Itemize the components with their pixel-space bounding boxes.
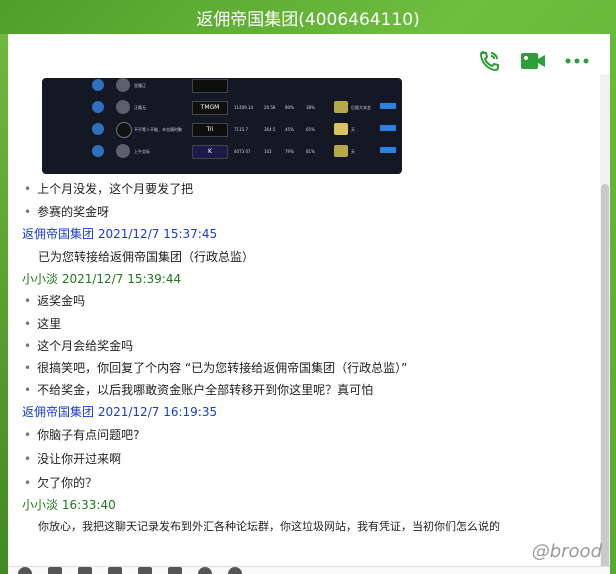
- input-toolbar-icons: [18, 567, 242, 574]
- value-1: 11409.14: [234, 105, 254, 110]
- message-text: 你脑子有点问题吧?: [24, 426, 139, 443]
- message-header: 小小淡 2021/12/7 15:39:44: [22, 270, 181, 287]
- message-text: 欠了你的？: [24, 474, 97, 491]
- rank-badge: [92, 79, 104, 91]
- row-button: [380, 103, 396, 109]
- row-right: 天: [351, 127, 355, 132]
- phone-icon[interactable]: [476, 48, 502, 74]
- sender-name[interactable]: 返佣帝国集团: [22, 227, 94, 241]
- window-title: 返佣帝国集团(4006464110): [196, 9, 420, 30]
- message-time: 2021/12/7 16:19:35: [97, 405, 218, 419]
- left-background-strip: [0, 34, 8, 574]
- value-4: 38%: [306, 105, 315, 110]
- message-time: 16:33:40: [61, 498, 116, 512]
- sender-name[interactable]: 小小淡: [22, 498, 58, 512]
- mic-icon[interactable]: [198, 567, 212, 574]
- message-text: 已为您转接给返佣帝国集团（行政总监）: [38, 250, 255, 264]
- value-1: 7115.7: [234, 127, 248, 132]
- value-2: 102: [264, 149, 272, 154]
- shake-icon[interactable]: [168, 567, 182, 574]
- input-toolbar: [8, 566, 610, 574]
- message-text: 没让你开过来啊: [24, 450, 121, 467]
- chat-window: 亚隆辽 汪隆无 TMGM 11409.14 20.58 80% 38% 后援大本…: [8, 34, 610, 574]
- message-header: 返佣帝国集团 2021/12/7 15:37:45: [22, 225, 217, 242]
- emoji-icon[interactable]: [18, 567, 32, 574]
- value-2: 20.58: [264, 105, 276, 110]
- value-3: 80%: [285, 105, 294, 110]
- rank-badge: [92, 101, 104, 113]
- chip: [334, 123, 348, 135]
- row-button: [380, 125, 396, 131]
- table-row: 上午交际 K 4073.07 102 79% 81% 天: [42, 140, 402, 162]
- message-time: 2021/12/7 15:39:44: [61, 272, 182, 286]
- value-4: 81%: [306, 149, 315, 154]
- message-list[interactable]: 亚隆辽 汪隆无 TMGM 11409.14 20.58 80% 38% 后援大本…: [8, 74, 598, 566]
- message-text: 你放心，我把这聊天记录发布到外汇各种论坛群，你这垃圾网站，我有凭证，当初你们怎么…: [38, 520, 500, 533]
- avatar: [116, 122, 132, 138]
- rank-badge: [92, 123, 104, 135]
- value-3: 45%: [285, 127, 294, 132]
- broker-logo: Tri: [192, 123, 228, 137]
- value-3: 79%: [285, 149, 294, 154]
- image-icon[interactable]: [138, 567, 152, 574]
- scissors-icon[interactable]: [78, 567, 92, 574]
- table-row: 不不等人不能、辛苦随时聚 Tri 7115.7 364.5 45% 65% 天: [42, 118, 402, 140]
- avatar: [116, 100, 130, 114]
- rank-badge: [92, 145, 104, 157]
- chat-toolbar: [476, 48, 590, 74]
- avatar: [116, 78, 130, 92]
- broker-logo: K: [192, 145, 228, 159]
- message-text: 这个月会给奖金吗: [24, 337, 133, 354]
- chip: [334, 145, 348, 157]
- video-camera-icon[interactable]: [520, 48, 546, 74]
- message-text: 不给奖金，以后我哪敢资金账户全部转移开到你这里呢？真可怕: [24, 381, 373, 398]
- more-icon[interactable]: [564, 48, 590, 74]
- sender-name[interactable]: 返佣帝国集团: [22, 405, 94, 419]
- row-right: 后援大本金: [351, 105, 371, 110]
- broker-logo: [192, 79, 228, 93]
- more-tools-icon[interactable]: [228, 567, 242, 574]
- message-text: 参赛的奖金呀: [24, 203, 109, 220]
- row-name: 不不等人不能、辛苦随时聚: [134, 127, 182, 132]
- chip: [334, 101, 348, 113]
- table-row: 汪隆无 TMGM 11409.14 20.58 80% 38% 后援大本金: [42, 96, 402, 118]
- message-text: 上个月没发，这个月要发了把: [24, 180, 193, 197]
- row-name: 上午交际: [134, 149, 150, 154]
- message-text: 很搞笑吧，你回复了个内容 “已为您转接给返佣帝国集团（行政总监）”: [24, 359, 407, 376]
- watermark: @brood: [531, 541, 602, 562]
- value-2: 364.5: [264, 127, 276, 132]
- value-4: 65%: [306, 127, 315, 132]
- folder-icon[interactable]: [108, 567, 122, 574]
- scrollbar[interactable]: [600, 74, 610, 574]
- avatar: [116, 144, 130, 158]
- message-text: 这里: [24, 315, 61, 332]
- gif-icon[interactable]: [48, 567, 62, 574]
- message-time: 2021/12/7 15:37:45: [97, 227, 218, 241]
- table-row: 亚隆辽: [42, 78, 402, 96]
- message-header: 小小淡 16:33:40: [22, 496, 116, 513]
- message-header: 返佣帝国集团 2021/12/7 16:19:35: [22, 403, 217, 420]
- sender-name[interactable]: 小小淡: [22, 272, 58, 286]
- scrollbar-thumb[interactable]: [601, 184, 609, 574]
- row-name: 汪隆无: [134, 105, 146, 110]
- message-text: 返奖金吗: [24, 292, 85, 309]
- row-right: 天: [351, 149, 355, 154]
- row-name: 亚隆辽: [134, 83, 146, 88]
- broker-logo: TMGM: [192, 101, 228, 115]
- row-button: [380, 147, 396, 153]
- value-1: 4073.07: [234, 149, 251, 154]
- screenshot-image[interactable]: 亚隆辽 汪隆无 TMGM 11409.14 20.58 80% 38% 后援大本…: [42, 78, 402, 174]
